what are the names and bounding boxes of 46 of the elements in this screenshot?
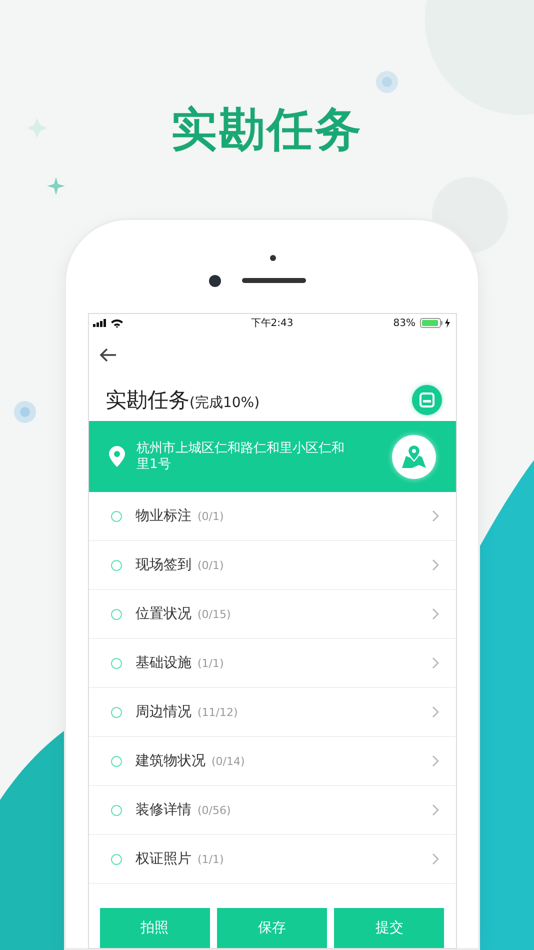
- ring-dot-icon: [376, 71, 398, 93]
- status-circle-icon: [110, 510, 122, 522]
- save-button[interactable]: [412, 384, 442, 414]
- status-circle-icon: [110, 804, 122, 816]
- location-pin-icon: [108, 446, 124, 467]
- task-list-item[interactable]: 装修详情 (0/56): [88, 786, 456, 835]
- task-list-item[interactable]: 周边情况 (11/12): [88, 688, 456, 737]
- map-button[interactable]: [392, 434, 436, 478]
- sparkle-icon: [27, 118, 47, 138]
- status-circle-icon: [110, 608, 122, 620]
- task-list-item[interactable]: 位置状况 (0/15): [88, 590, 456, 639]
- ring-dot-icon: [14, 401, 36, 423]
- back-arrow-icon[interactable]: [98, 348, 116, 362]
- status-circle-icon: [110, 706, 122, 718]
- signal-icon: [92, 319, 106, 327]
- chevron-right-icon: [432, 706, 438, 718]
- chevron-right-icon: [432, 657, 438, 669]
- status-circle-icon: [110, 658, 122, 668]
- sparkle-icon: [47, 177, 65, 195]
- chevron-right-icon: [432, 804, 438, 816]
- chevron-right-icon: [432, 608, 438, 620]
- speaker-icon: [242, 278, 306, 283]
- status-time: 下午2:43: [250, 317, 294, 330]
- address-text: 杭州市上城区仁和路仁和里小区仁和里1号: [136, 440, 346, 472]
- chevron-right-icon: [432, 755, 438, 767]
- chevron-right-icon: [432, 853, 438, 865]
- status-circle-icon: [110, 560, 122, 570]
- status-circle-icon: [110, 854, 122, 864]
- task-list-item[interactable]: 现场签到 (0/1): [88, 541, 456, 590]
- task-list-item[interactable]: 基础设施 (1/1): [88, 639, 456, 688]
- camera-icon: [209, 275, 221, 287]
- task-list-item[interactable]: 建筑物状况 (0/14): [88, 737, 456, 786]
- task-list-item[interactable]: 物业标注 (0/1): [88, 492, 456, 541]
- page-headline: 实勘任务: [171, 101, 363, 158]
- chevron-right-icon: [432, 559, 438, 571]
- map-pin-icon: [400, 444, 426, 470]
- progress-text: (完成10%): [190, 394, 260, 412]
- status-circle-icon: [110, 756, 122, 766]
- battery-charging-icon: [420, 318, 452, 328]
- wifi-icon: [110, 318, 122, 328]
- task-list-item[interactable]: 权证照片 (1/1): [88, 835, 456, 884]
- sensor-icon: [270, 255, 276, 261]
- battery-percentage: 83%: [393, 318, 416, 328]
- page-title: 实勘任务: [106, 386, 190, 414]
- save-icon: [418, 392, 434, 408]
- chevron-right-icon: [432, 510, 438, 522]
